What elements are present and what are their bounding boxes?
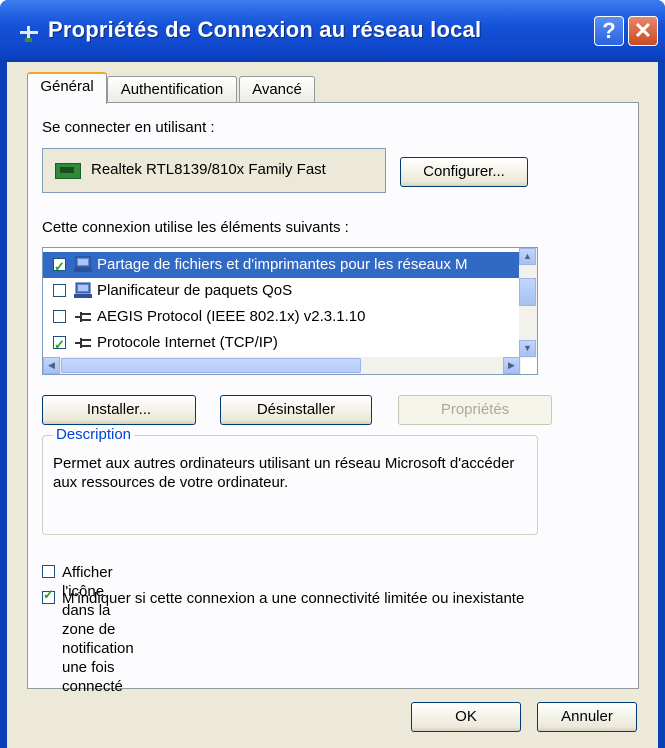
close-button[interactable]: ✕ [628,16,658,46]
protocol-icon [75,312,91,322]
install-button[interactable]: Installer... [42,395,196,425]
list-item[interactable]: AEGIS Protocol (IEEE 802.1x) v2.3.1.10 [43,304,521,330]
description-text: Permet aux autres ordinateurs utilisant … [53,455,515,491]
properties-button[interactable]: Propriétés [398,395,552,425]
notify-limited-checkbox[interactable] [42,587,55,604]
scroll-right-icon[interactable]: ▶ [503,357,520,374]
component-label: AEGIS Protocol (IEEE 802.1x) v2.3.1.10 [97,308,366,325]
component-label: Planificateur de paquets QoS [97,282,293,299]
description-legend: Description [53,426,135,443]
ok-button[interactable]: OK [411,702,521,732]
scroll-thumb[interactable] [519,278,536,306]
component-checkbox[interactable] [53,254,66,278]
cancel-button[interactable]: Annuler [537,702,637,732]
adapter-name: Realtek RTL8139/810x Family Fast [91,161,326,178]
title-bar[interactable]: Propriétés de Connexion au réseau local … [0,0,665,62]
general-tab-panel: Se connecter en utilisant : Realtek RTL8… [27,102,639,695]
configure-button[interactable]: Configurer... [400,157,528,187]
protocol-icon [75,338,91,348]
show-icon-checkbox[interactable] [42,565,55,578]
components-label: Cette connexion utilise les éléments sui… [42,219,349,236]
vertical-scrollbar[interactable]: ▲ ▼ [519,248,537,358]
dialog-client-area: Général Authentification Avancé Se conne… [7,62,658,748]
scroll-up-icon[interactable]: ▲ [519,248,536,265]
scroll-left-icon[interactable]: ◀ [43,357,60,374]
network-service-icon [74,282,92,298]
tab-avance[interactable]: Avancé [239,76,315,102]
list-item[interactable]: Planificateur de paquets QoS [43,278,521,304]
list-item[interactable]: Partage de fichiers et d'imprimantes pou… [43,252,521,278]
window-title: Propriétés de Connexion au réseau local [48,17,482,42]
list-item[interactable]: Protocole Internet (TCP/IP) [43,330,521,356]
scroll-thumb[interactable] [61,358,361,373]
uninstall-button[interactable]: Désinstaller [220,395,372,425]
description-group: Description Permet aux autres ordinateur… [42,426,538,535]
component-label: Partage de fichiers et d'imprimantes pou… [97,256,468,273]
component-checkbox[interactable] [53,310,66,323]
network-service-icon [74,256,92,272]
component-label: Protocole Internet (TCP/IP) [97,334,278,351]
horizontal-scrollbar[interactable]: ◀ ▶ [43,357,521,374]
components-list[interactable]: Partage de fichiers et d'imprimantes pou… [42,247,538,375]
show-icon-label: Afficher l'icône dans la zone de notific… [62,564,134,695]
network-card-icon [55,163,81,179]
notify-limited-label: M'indiquer si cette connexion a une conn… [62,590,525,607]
component-checkbox[interactable] [53,332,66,356]
help-button[interactable]: ? [594,16,624,46]
adapter-field: Realtek RTL8139/810x Family Fast [42,148,386,193]
dialog-window: Propriétés de Connexion au réseau local … [0,0,665,748]
network-connection-icon [20,26,38,42]
component-checkbox[interactable] [53,284,66,297]
tab-general[interactable]: Général [27,72,107,104]
scroll-down-icon[interactable]: ▼ [519,340,536,357]
tab-authentification[interactable]: Authentification [107,76,237,102]
connect-using-label: Se connecter en utilisant : [42,119,215,136]
